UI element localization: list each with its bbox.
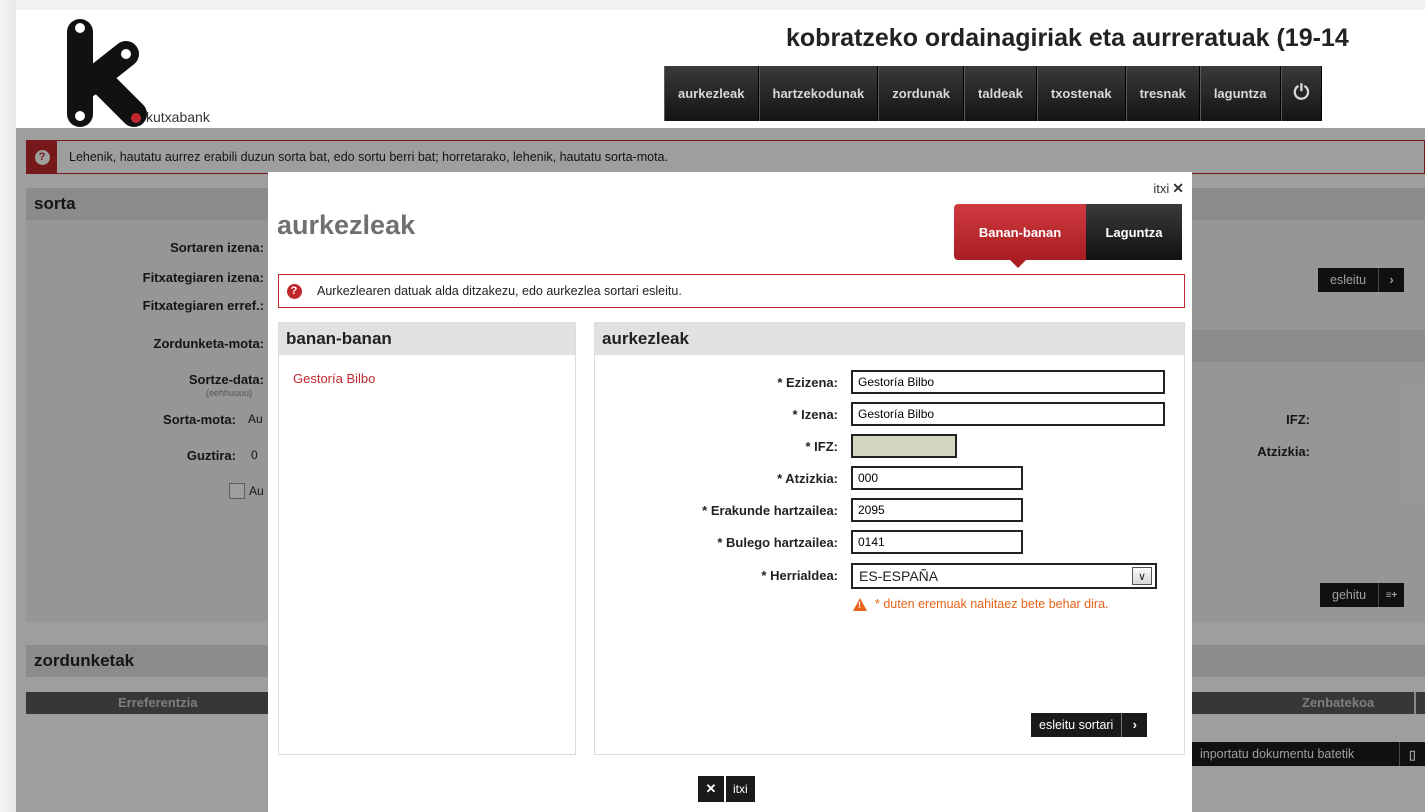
modal-alert: ? Aurkezlearen datuak alda ditzakezu, ed… xyxy=(278,274,1185,308)
required-warning-text: * duten eremuak nahitaez bete behar dira… xyxy=(875,597,1109,611)
chevron-down-icon[interactable]: ∨ xyxy=(1132,567,1152,585)
modal-close-link[interactable]: itxi ✕ xyxy=(1153,180,1184,197)
modal-footer-close-button[interactable]: ✕ itxi xyxy=(698,776,755,802)
ifz-label: * IFZ: xyxy=(805,439,839,454)
close-icon: ✕ xyxy=(698,776,724,802)
nav-zordunak[interactable]: zordunak xyxy=(878,66,965,121)
modal-title: aurkezleak xyxy=(277,210,416,240)
herrialdea-value: ES-ESPAÑA xyxy=(859,568,939,584)
question-icon-box: ? xyxy=(279,275,309,307)
tab-laguntza[interactable]: Laguntza xyxy=(1086,204,1182,260)
esleitu-sortari-label: esleitu sortari xyxy=(1039,718,1114,732)
aurkezleak-form-panel: aurkezleak * Ezizena: * Izena: * IFZ: * … xyxy=(594,322,1185,755)
erakunde-hartzailea-label: * Erakunde hartzailea: xyxy=(702,503,838,518)
nav-txostenak[interactable]: txostenak xyxy=(1036,66,1126,121)
close-icon: ✕ xyxy=(1172,180,1184,196)
list-item-gestoria-bilbo[interactable]: Gestoría Bilbo xyxy=(293,371,375,386)
top-navigation: aurkezleak hartzekodunak zordunak taldea… xyxy=(664,66,1323,121)
aurkezleak-panel-title: aurkezleak xyxy=(595,323,1184,355)
bulego-hartzailea-input[interactable] xyxy=(851,530,1023,554)
ifz-input[interactable] xyxy=(851,434,957,458)
bulego-hartzailea-label: * Bulego hartzailea: xyxy=(717,535,838,550)
tab-banan-banan[interactable]: Banan-banan xyxy=(954,204,1086,268)
herrialdea-select[interactable]: ES-ESPAÑA ∨ xyxy=(851,563,1157,589)
modal-close-label: itxi xyxy=(1153,181,1170,196)
ezizena-label: * Ezizena: xyxy=(777,375,838,390)
nav-aurkezleak[interactable]: aurkezleak xyxy=(664,66,759,121)
power-icon[interactable]: ⏻ xyxy=(1280,66,1323,121)
atzizkia-input[interactable] xyxy=(851,466,1023,490)
nav-hartzekodunak[interactable]: hartzekodunak xyxy=(758,66,879,121)
aurkezleak-modal: itxi ✕ aurkezleak Banan-banan Laguntza ? … xyxy=(268,172,1192,812)
nav-tresnak[interactable]: tresnak xyxy=(1125,66,1200,121)
chevron-right-icon: › xyxy=(1121,713,1147,737)
izena-input[interactable] xyxy=(851,402,1165,426)
page-edge-top xyxy=(0,0,1425,10)
esleitu-sortari-button[interactable]: esleitu sortari › xyxy=(1031,713,1148,737)
required-warning: ! * duten eremuak nahitaez bete behar di… xyxy=(853,597,1109,611)
modal-footer-close-label: itxi xyxy=(726,776,755,802)
erakunde-hartzailea-input[interactable] xyxy=(851,498,1023,522)
herrialdea-label: * Herrialdea: xyxy=(761,568,838,583)
warning-icon: ! xyxy=(853,597,867,611)
modal-alert-text: Aurkezlearen datuak alda ditzakezu, edo … xyxy=(317,284,682,298)
nav-taldeak[interactable]: taldeak xyxy=(964,66,1037,121)
atzizkia-label: * Atzizkia: xyxy=(777,471,838,486)
banan-banan-panel-title: banan-banan xyxy=(279,323,575,355)
question-icon: ? xyxy=(286,283,302,299)
page-edge-left xyxy=(0,0,16,812)
nav-laguntza[interactable]: laguntza xyxy=(1199,66,1281,121)
izena-label: * Izena: xyxy=(792,407,838,422)
ezizena-input[interactable] xyxy=(851,370,1165,394)
logo-text: kutxabank xyxy=(146,109,210,125)
app-title: kobratzeko ordainagiriak eta aurreratuak… xyxy=(786,24,1349,52)
banan-banan-panel: banan-banan Gestoría Bilbo xyxy=(278,322,576,755)
